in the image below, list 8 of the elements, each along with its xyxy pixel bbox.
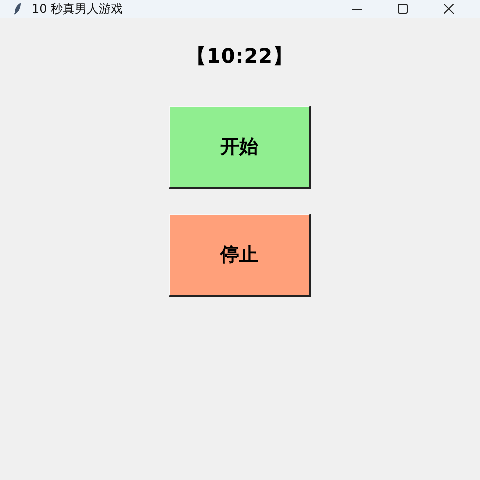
timer-label: 【10:22】 [186, 46, 294, 66]
close-icon [444, 4, 454, 14]
feather-icon [14, 3, 22, 15]
action-button[interactable]: 停止 [169, 214, 311, 297]
window-title: 10 秒真男人游戏 [32, 3, 124, 15]
action-button[interactable]: 开始 [169, 106, 311, 189]
maximize-icon [398, 4, 408, 14]
minimize-icon [352, 8, 362, 10]
